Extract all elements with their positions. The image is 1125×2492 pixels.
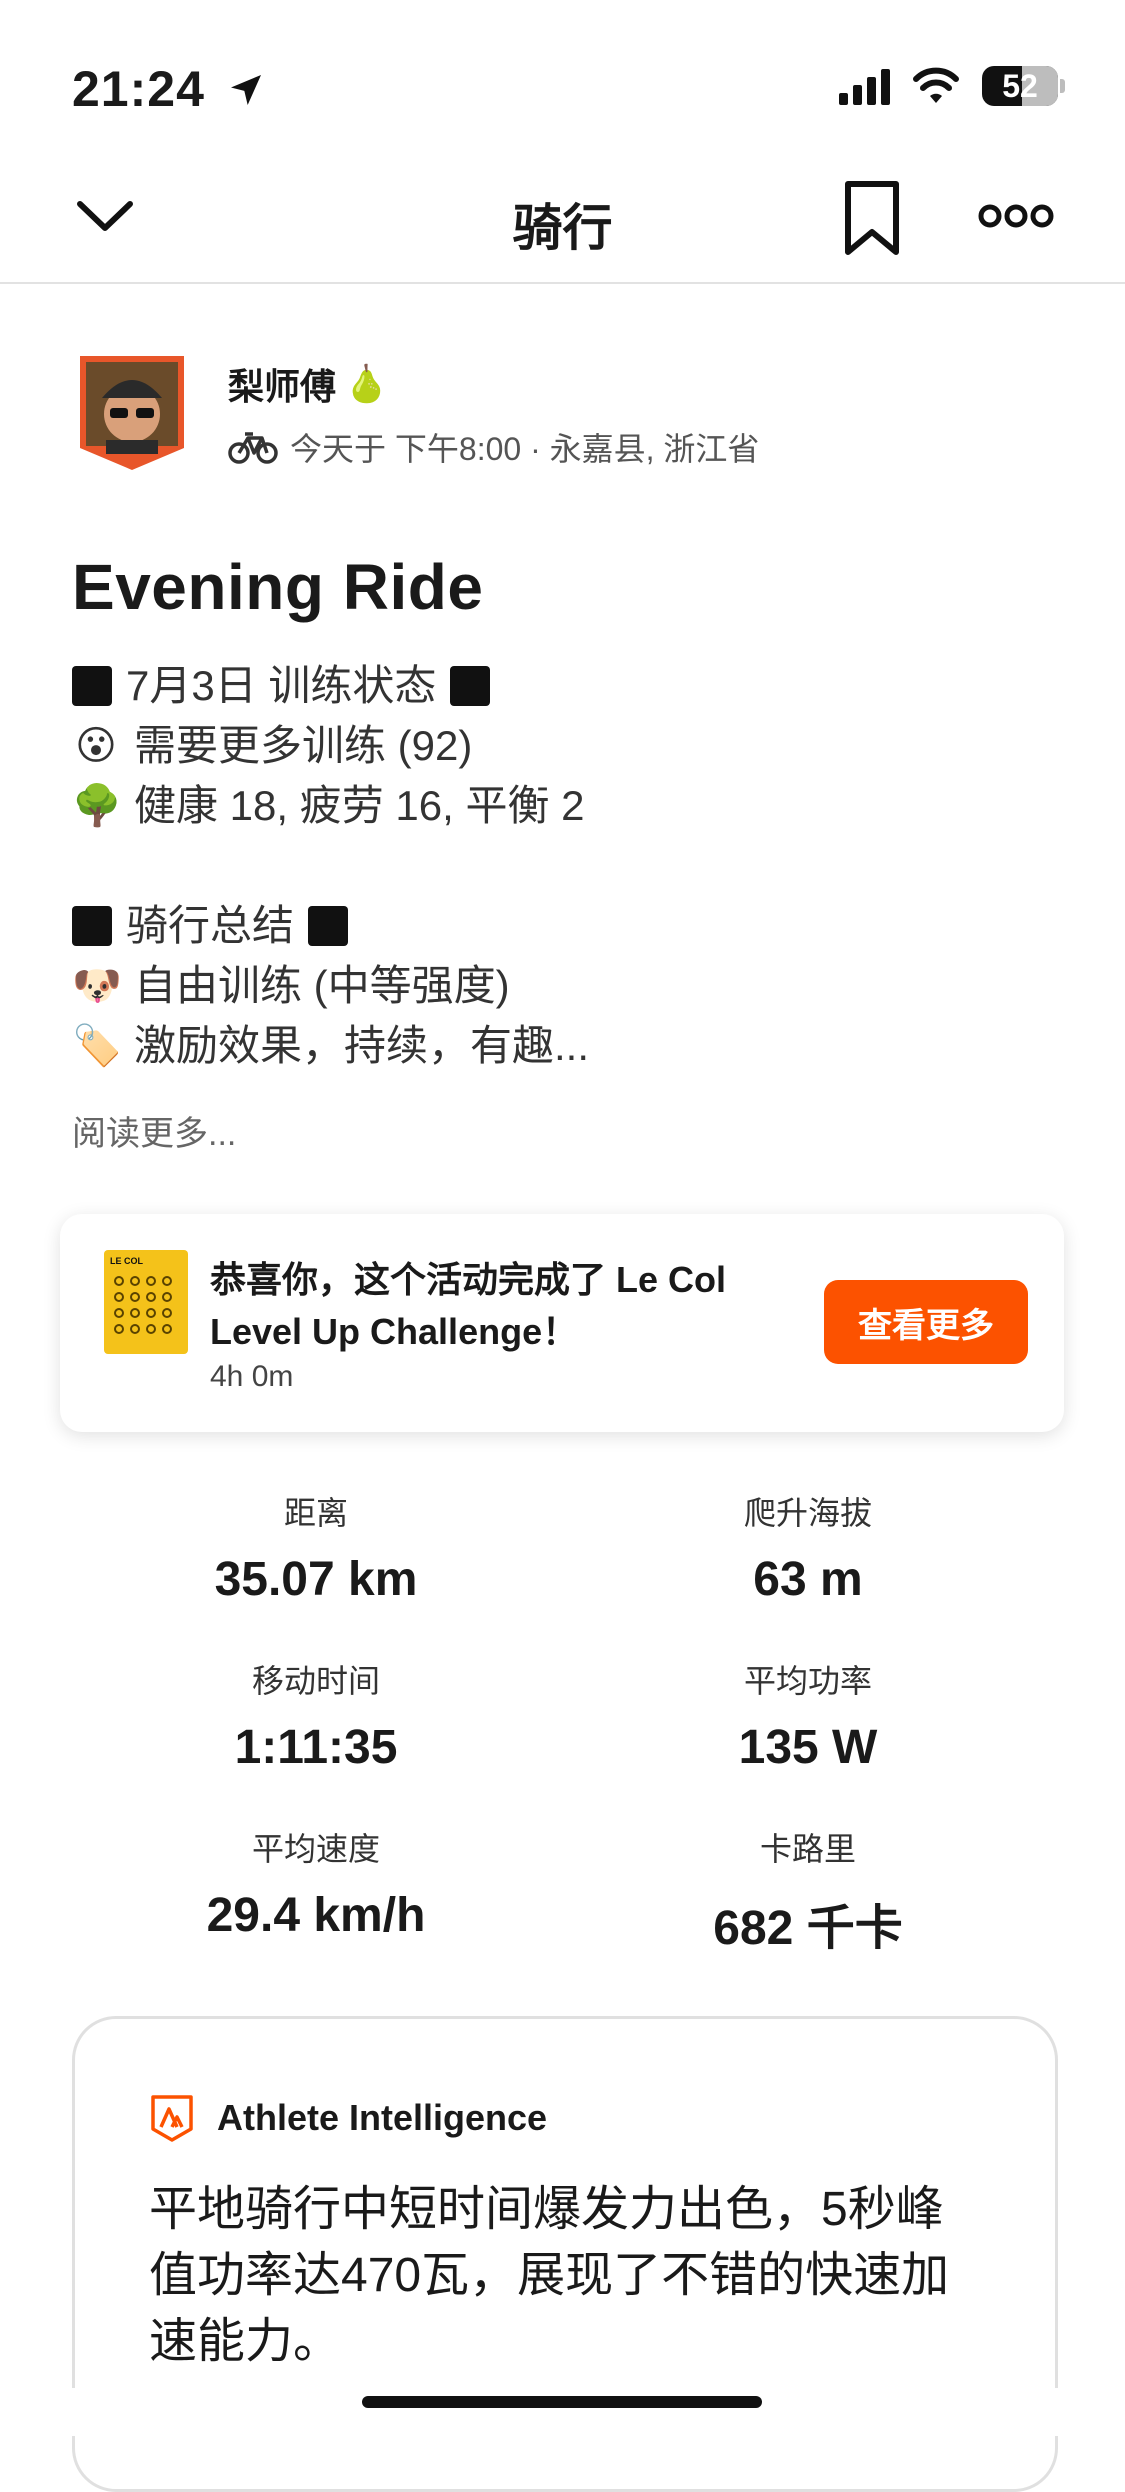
stat-distance: 距离 35.07 km [214, 1495, 418, 1606]
emoji: 🐶 [72, 964, 122, 1008]
emoji: 😮 [75, 724, 117, 768]
stat-avg-power: 平均功率 135 W [738, 1663, 878, 1774]
status-indicators: 52 [839, 66, 1065, 106]
stat-elevation: 爬升海拔 63 m [743, 1495, 872, 1606]
read-more-link[interactable]: 阅读更多... [72, 1106, 236, 1155]
description-line [72, 836, 589, 896]
location-arrow-icon [230, 75, 261, 105]
description-line: 骑行总结 [72, 896, 589, 956]
athlete-name[interactable]: 梨师傅 🍐 [228, 358, 389, 410]
emoji: 🌳 [72, 784, 122, 828]
bookmark-icon [845, 181, 899, 255]
activity-title: Evening Ride [72, 551, 484, 623]
battery-tip [1060, 79, 1065, 93]
view-more-button[interactable]: 查看更多 [824, 1280, 1028, 1364]
black-square-icon [450, 666, 491, 706]
challenge-text: 恭喜你，这个活动完成了 Le Col Level Up Challenge！ [210, 1259, 727, 1352]
description-line: 🐶 自由训练 (中等强度) [72, 956, 589, 1016]
challenge-badge: LE COL [104, 1250, 188, 1354]
description-line: 7月3日 训练状态 [72, 656, 589, 716]
pear-emoji: 🍐 [344, 363, 389, 404]
ai-card-title: Athlete Intelligence [217, 2097, 548, 2138]
ai-card-header: Athlete Intelligence [149, 2093, 547, 2143]
chevron-down-icon [77, 201, 133, 231]
black-square-icon [308, 906, 349, 946]
page-title: 骑行 [512, 200, 613, 256]
stat-moving-time: 移动时间 1:11:35 [234, 1663, 398, 1774]
ai-card-body: 平地骑行中短时间爆发力出色，5秒峰值功率达470瓦，展现了不错的快速加速能力。 [149, 2183, 950, 2368]
home-indicator[interactable] [362, 2396, 762, 2408]
status-time: 21:24 [72, 60, 266, 118]
activity-description: 7月3日 训练状态 😮 需要更多训练 (92) 🌳 健康 18, 疲劳 16, 平衡 2… [72, 656, 589, 1076]
avatar[interactable] [76, 352, 188, 472]
challenge-duration: 4h 0m [210, 1360, 294, 1393]
more-dots-icon [978, 204, 1054, 228]
black-square-icon [72, 666, 112, 706]
wifi-icon [913, 67, 959, 103]
strava-logo-icon [151, 2095, 193, 2142]
more-options-button[interactable] [978, 196, 1054, 236]
collapse-button[interactable] [70, 186, 140, 246]
nav-header: 骑行 [0, 150, 1125, 284]
battery-icon: 52 [982, 66, 1058, 106]
black-square-icon [72, 906, 112, 946]
cellular-signal-icon [839, 67, 890, 105]
description-line: 😮 需要更多训练 (92) [72, 716, 589, 776]
activity-meta: 今天于 下午8:00 · 永嘉县, 浙江省 [228, 424, 759, 470]
description-line: 🏷️ 激励效果，持续，有趣... [72, 1016, 589, 1076]
challenge-card[interactable]: LE COL 恭喜你，这个活动完成了 Le Col Level Up Chall… [60, 1214, 1064, 1432]
bookmark-button[interactable] [842, 180, 902, 256]
bike-icon [228, 432, 278, 464]
description-line: 🌳 健康 18, 疲劳 16, 平衡 2 [72, 776, 589, 836]
stat-avg-speed: 平均速度 29.4 km/h [206, 1831, 426, 1942]
stat-calories: 卡路里 682 千卡 [713, 1831, 903, 1955]
emoji: 🏷️ [72, 1024, 122, 1068]
